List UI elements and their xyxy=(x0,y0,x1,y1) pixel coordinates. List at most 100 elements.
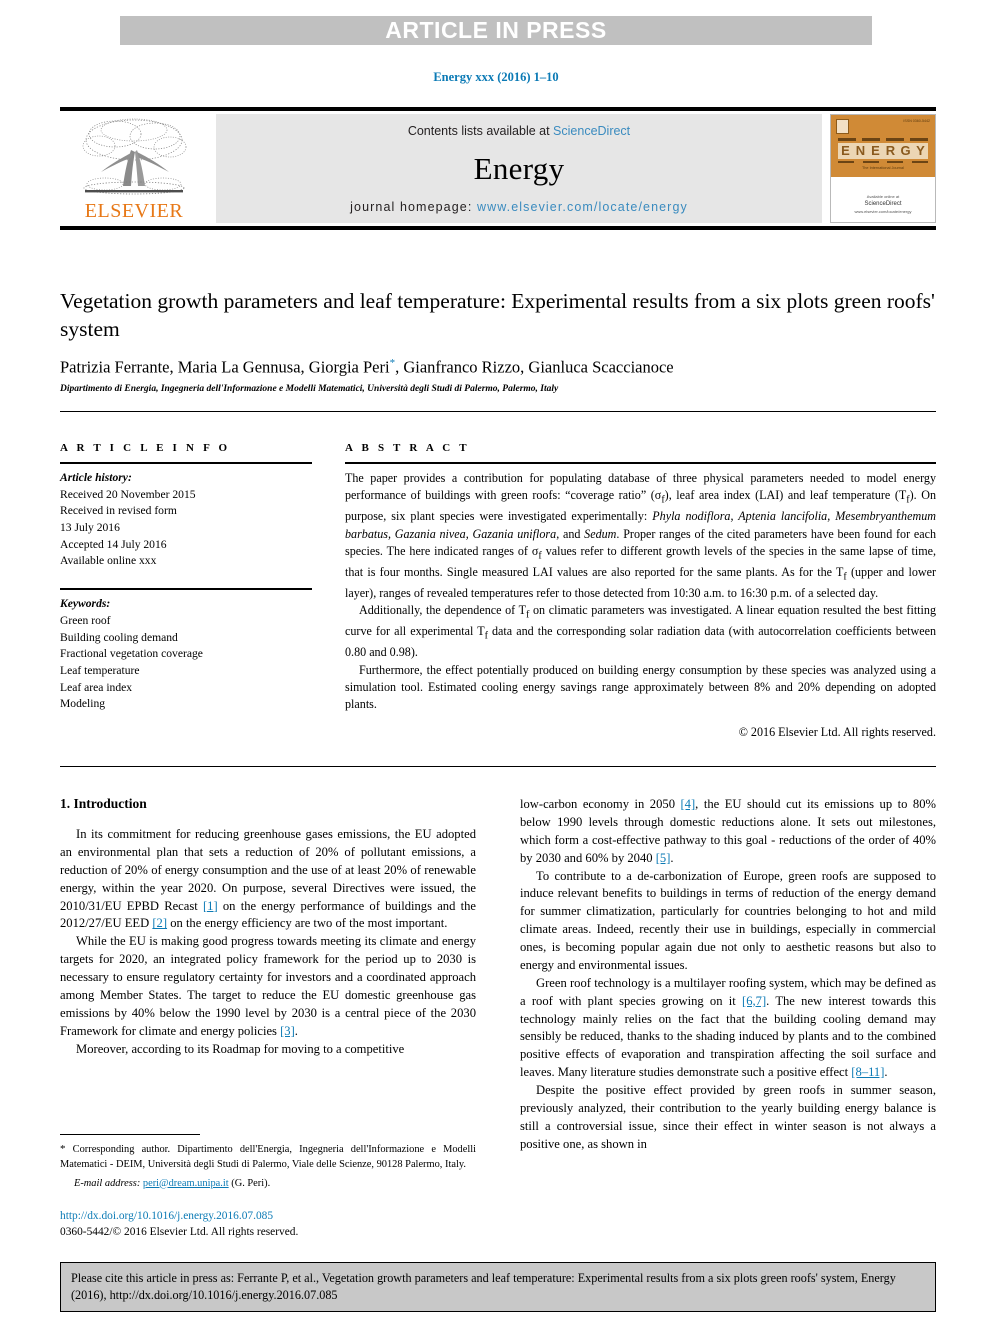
body-right-column: low-carbon economy in 2050 [4], the EU s… xyxy=(520,796,936,1154)
abstract-copyright: © 2016 Elsevier Ltd. All rights reserved… xyxy=(738,724,936,739)
body-region: 1. Introduction In its commitment for re… xyxy=(60,796,936,1154)
authors-rest: , Gianfranco Rizzo, Gianluca Scaccianoce xyxy=(395,357,674,377)
citation-ref[interactable]: [1] xyxy=(203,899,218,913)
citation-ref[interactable]: [4] xyxy=(680,797,695,811)
cover-top-band: ISSN 0360-5442 E N E R G Y The Internati… xyxy=(831,115,935,177)
history-item: Available online xxx xyxy=(60,554,157,568)
info-abstract-region: A R T I C L E I N F O Article history: R… xyxy=(60,442,936,741)
keyword-item: Building cooling demand xyxy=(60,630,178,644)
text-frag: low-carbon economy in 2050 xyxy=(520,797,681,811)
abs-frag: , and xyxy=(556,526,585,541)
running-head: Energy xxx (2016) 1–10 xyxy=(433,70,559,84)
keywords-block: Keywords: Green roof Building cooling de… xyxy=(60,596,312,713)
history-item: Received in revised form xyxy=(60,504,177,518)
journal-homepage-link[interactable]: www.elsevier.com/locate/energy xyxy=(477,200,688,214)
text-frag: While the EU is making good progress tow… xyxy=(60,934,476,1038)
journal-homepage-line: journal homepage: www.elsevier.com/locat… xyxy=(350,200,688,214)
cover-kicker-rules xyxy=(836,138,930,141)
affiliation: Dipartimento di Energia, Ingegneria dell… xyxy=(60,383,559,394)
text-frag: . xyxy=(884,1065,888,1080)
keywords-divider: Keywords: Green roof Building cooling de… xyxy=(60,588,312,713)
cover-letter: E xyxy=(838,142,853,159)
cover-letter: G xyxy=(898,142,913,159)
author-list: Patrizia Ferrante, Maria La Gennusa, Gio… xyxy=(60,357,936,378)
keyword-item: Green roof xyxy=(60,613,111,627)
cover-publisher-name: ScienceDirect xyxy=(864,201,902,207)
elsevier-tree-icon xyxy=(82,118,187,195)
doi-block: http://dx.doi.org/10.1016/j.energy.2016.… xyxy=(60,1209,476,1241)
article-info-heading: A R T I C L E I N F O xyxy=(60,442,231,454)
footnote-divider xyxy=(60,1134,200,1135)
abstract-column: A B S T R A C T The paper provides a con… xyxy=(345,442,936,741)
text-frag: on the energy efficiency are two of the … xyxy=(167,916,448,931)
section-heading-introduction: 1. Introduction xyxy=(60,796,147,811)
intro-paragraph: In its commitment for reducing greenhous… xyxy=(60,826,476,933)
email-label: E-mail address: xyxy=(74,1177,141,1189)
citation-ref[interactable]: [6,7] xyxy=(742,994,766,1008)
email-link[interactable]: peri@dream.unipa.it xyxy=(143,1178,229,1189)
article-info-column: A R T I C L E I N F O Article history: R… xyxy=(60,442,312,741)
cover-bottom-area: Available online at ScienceDirect www.el… xyxy=(831,177,935,222)
cover-tagline: The International Journal xyxy=(861,165,904,170)
email-owner: (G. Peri). xyxy=(228,1177,271,1189)
email-note: E-mail address: peri@dream.unipa.it (G. … xyxy=(60,1177,476,1192)
footnote-region: * Corresponding author. Dipartimento del… xyxy=(60,1134,476,1241)
journal-cover-thumbnail: ISSN 0360-5442 E N E R G Y The Internati… xyxy=(830,114,936,223)
intro-paragraph: low-carbon economy in 2050 [4], the EU s… xyxy=(520,796,936,868)
keyword-item: Fractional vegetation coverage xyxy=(60,647,203,661)
cover-letter: E xyxy=(868,142,883,159)
sciencedirect-link[interactable]: ScienceDirect xyxy=(553,124,630,138)
column-gap xyxy=(312,442,345,741)
citation-ref[interactable]: [8–11] xyxy=(851,1065,884,1079)
elsevier-wordmark: ELSEVIER xyxy=(84,200,184,222)
text-frag: . xyxy=(294,1023,298,1038)
cover-publisher-block: Available online at ScienceDirect www.el… xyxy=(831,194,935,215)
title-block: Vegetation growth parameters and leaf te… xyxy=(60,288,936,412)
citation-ref[interactable]: [3] xyxy=(280,1024,295,1038)
page-title: Vegetation growth parameters and leaf te… xyxy=(60,289,935,341)
abs-frag: ), leaf area index (LAI) and leaf temper… xyxy=(664,488,907,503)
history-item: Received 20 November 2015 xyxy=(60,487,196,501)
intro-paragraph: Green roof technology is a multilayer ro… xyxy=(520,975,936,1082)
journal-masthead: ELSEVIER Contents lists available at Sci… xyxy=(60,107,936,230)
homepage-prefix: journal homepage: xyxy=(350,200,477,214)
article-history-label: Article history: xyxy=(60,471,132,484)
cover-energy-letters: E N E R G Y xyxy=(836,142,930,159)
citation-ref[interactable]: [2] xyxy=(152,916,167,930)
contents-prefix: Contents lists available at xyxy=(407,124,554,138)
body-column-gap xyxy=(476,796,520,1154)
cite-this-article-box: Please cite this article in press as: Fe… xyxy=(60,1262,936,1312)
abstract-paragraph: The paper provides a contribution for po… xyxy=(345,470,936,602)
cover-letter: N xyxy=(853,142,868,159)
abstract-paragraph: Additionally, the dependence of Tf on cl… xyxy=(345,602,936,661)
article-in-press-banner: ARTICLE IN PRESS xyxy=(120,16,872,45)
abstract-bottom-divider xyxy=(60,766,936,767)
cover-badge-icon xyxy=(836,119,849,134)
intro-paragraph: While the EU is making good progress tow… xyxy=(60,933,476,1040)
abstract-body: The paper provides a contribution for po… xyxy=(345,470,936,741)
intro-paragraph: Despite the positive effect provided by … xyxy=(520,1083,936,1151)
abs-frag: Additionally, the dependence of T xyxy=(359,603,526,618)
cover-sub-rules xyxy=(836,160,930,163)
title-divider xyxy=(60,410,936,412)
article-history-block: Article history: Received 20 November 20… xyxy=(60,470,312,570)
contents-lists-line: Contents lists available at ScienceDirec… xyxy=(408,124,630,138)
abs-species-last: Sedum xyxy=(584,526,617,541)
abstract-paragraph: Furthermore, the effect potentially prod… xyxy=(345,662,936,712)
citation-ref[interactable]: [5] xyxy=(656,851,671,865)
doi-link[interactable]: http://dx.doi.org/10.1016/j.energy.2016.… xyxy=(60,1209,476,1225)
keywords-label: Keywords: xyxy=(60,597,111,611)
cover-letter: Y xyxy=(913,142,928,159)
history-item: Accepted 14 July 2016 xyxy=(60,537,167,551)
intro-paragraph: Moreover, according to its Roadmap for m… xyxy=(76,1041,405,1056)
abstract-heading: A B S T R A C T xyxy=(345,442,470,454)
article-in-press-label: ARTICLE IN PRESS xyxy=(385,17,607,43)
elsevier-logo: ELSEVIER xyxy=(60,114,208,223)
abstract-divider: The paper provides a contribution for po… xyxy=(345,462,936,741)
masthead-center-panel: Contents lists available at ScienceDirec… xyxy=(216,114,822,223)
journal-title: Energy xyxy=(473,151,565,186)
cover-publisher-url: www.elsevier.com/locate/energy xyxy=(854,209,912,214)
body-left-column: 1. Introduction In its commitment for re… xyxy=(60,796,476,1154)
intro-paragraph: To contribute to a de-carbonization of E… xyxy=(520,868,936,972)
